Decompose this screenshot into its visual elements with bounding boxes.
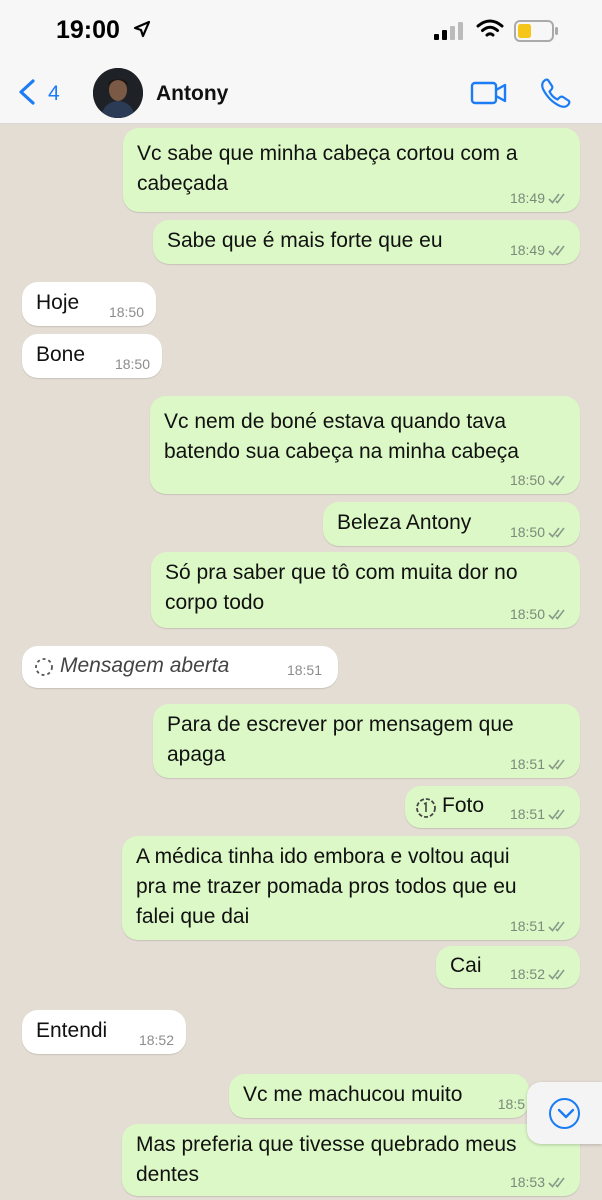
double-check-icon: [548, 609, 565, 620]
message-meta: 18:5: [498, 1096, 525, 1112]
back-chevron-icon[interactable]: [16, 78, 38, 106]
unread-count[interactable]: 4: [48, 82, 60, 106]
message-bubble-outgoing[interactable]: Vc nem de boné estava quando tava batend…: [150, 396, 580, 494]
chat-header: 4 Antony: [0, 60, 602, 124]
double-check-icon: [548, 245, 565, 256]
status-bar: 19:00: [0, 0, 602, 60]
view-once-dashed-circle-icon: [35, 658, 53, 676]
message-bubble-outgoing[interactable]: Mas preferia que tivesse quebrado meus d…: [122, 1124, 580, 1196]
message-text: Entendi: [36, 1019, 108, 1042]
view-once-photo-bubble[interactable]: Foto 18:51: [405, 786, 580, 828]
message-text: Mas preferia que tivesse quebrado meus d…: [136, 1133, 517, 1186]
message-meta: 18:53: [510, 1174, 568, 1190]
double-check-icon: [548, 759, 565, 770]
message-bubble-outgoing[interactable]: Cai 18:52: [436, 946, 580, 988]
message-time: 18:50: [509, 606, 545, 622]
message-text: Para de escrever por mensagem que apaga: [167, 713, 514, 766]
double-check-icon: [548, 527, 565, 538]
contact-name[interactable]: Antony: [156, 82, 228, 106]
message-meta: 18:50: [115, 356, 150, 372]
message-bubble-outgoing[interactable]: A médica tinha ido embora e voltou aqui …: [122, 836, 580, 940]
message-time: 18:52: [509, 966, 545, 982]
message-bubble-outgoing[interactable]: Para de escrever por mensagem que apaga …: [153, 704, 580, 778]
signal-icon: [434, 22, 463, 40]
message-time: 18:50: [108, 304, 144, 320]
message-time: 18:51: [286, 662, 322, 678]
phone-call-icon[interactable]: [540, 77, 572, 109]
message-text: Vc nem de boné estava quando tava batend…: [164, 410, 519, 463]
chevron-down-icon: [557, 1108, 575, 1119]
message-text: A médica tinha ido embora e voltou aqui …: [136, 845, 517, 928]
message-meta: 18:49: [510, 190, 568, 206]
message-bubble-incoming[interactable]: Hoje 18:50: [22, 282, 156, 326]
message-bubble-outgoing[interactable]: Vc sabe que minha cabeça cortou com a ca…: [123, 128, 580, 212]
double-check-icon: [548, 1177, 565, 1188]
message-time: 18:51: [509, 806, 545, 822]
message-bubble-outgoing[interactable]: Vc me machucou muito 18:5: [229, 1074, 529, 1118]
message-bubble-incoming[interactable]: Bone 18:50: [22, 334, 162, 378]
message-meta: 18:50: [109, 304, 144, 320]
message-time: 18:50: [114, 356, 150, 372]
message-text: Vc me machucou muito: [243, 1083, 463, 1106]
scroll-to-bottom-button[interactable]: [527, 1082, 602, 1144]
message-meta: 18:51: [510, 918, 568, 934]
message-meta: 18:51: [510, 806, 568, 822]
message-text: Beleza Antony: [337, 511, 472, 534]
message-time: 18:5: [497, 1096, 525, 1112]
message-bubble-outgoing[interactable]: Só pra saber que tô com muita dor no cor…: [151, 552, 580, 628]
message-time: 18:51: [509, 756, 545, 772]
battery-icon: [514, 20, 558, 42]
message-time: 18:49: [509, 242, 545, 258]
message-text: Só pra saber que tô com muita dor no cor…: [165, 561, 518, 614]
view-once-photo-icon: [416, 798, 436, 818]
message-bubble-incoming[interactable]: Entendi 18:52: [22, 1010, 186, 1054]
message-meta: 18:50: [510, 606, 568, 622]
message-meta: 18:50: [510, 472, 568, 488]
message-time: 18:51: [509, 918, 545, 934]
message-text: Sabe que é mais forte que eu: [167, 229, 443, 252]
message-bubble-outgoing[interactable]: Beleza Antony 18:50: [323, 502, 580, 546]
message-text: Mensagem aberta: [60, 654, 230, 677]
message-bubble-outgoing[interactable]: Sabe que é mais forte que eu 18:49: [153, 220, 580, 264]
message-meta: 18:50: [510, 524, 568, 540]
contact-avatar[interactable]: [93, 68, 143, 118]
message-meta: 18:51: [510, 756, 568, 772]
double-check-icon: [548, 475, 565, 486]
message-meta: 18:52: [139, 1032, 174, 1048]
double-check-icon: [548, 809, 565, 820]
double-check-icon: [548, 969, 565, 980]
message-time: 18:53: [509, 1174, 545, 1190]
status-time: 19:00: [56, 16, 120, 44]
message-text: Foto: [442, 794, 485, 817]
message-meta: 18:52: [510, 966, 568, 982]
message-text: Hoje: [36, 291, 80, 314]
location-arrow-icon: [133, 20, 151, 38]
message-text: Cai: [450, 954, 482, 977]
double-check-icon: [548, 193, 565, 204]
message-text: Vc sabe que minha cabeça cortou com a ca…: [137, 142, 518, 195]
message-text: Bone: [36, 343, 86, 366]
video-call-icon[interactable]: [470, 80, 508, 106]
wifi-icon: [476, 19, 504, 37]
message-time: 18:52: [138, 1032, 174, 1048]
message-time: 18:50: [509, 472, 545, 488]
message-meta: 18:51: [287, 662, 322, 678]
message-meta: 18:49: [510, 242, 568, 258]
view-once-opened-bubble[interactable]: Mensagem aberta 18:51: [22, 646, 338, 688]
message-time: 18:49: [509, 190, 545, 206]
double-check-icon: [548, 921, 565, 932]
message-time: 18:50: [509, 524, 545, 540]
